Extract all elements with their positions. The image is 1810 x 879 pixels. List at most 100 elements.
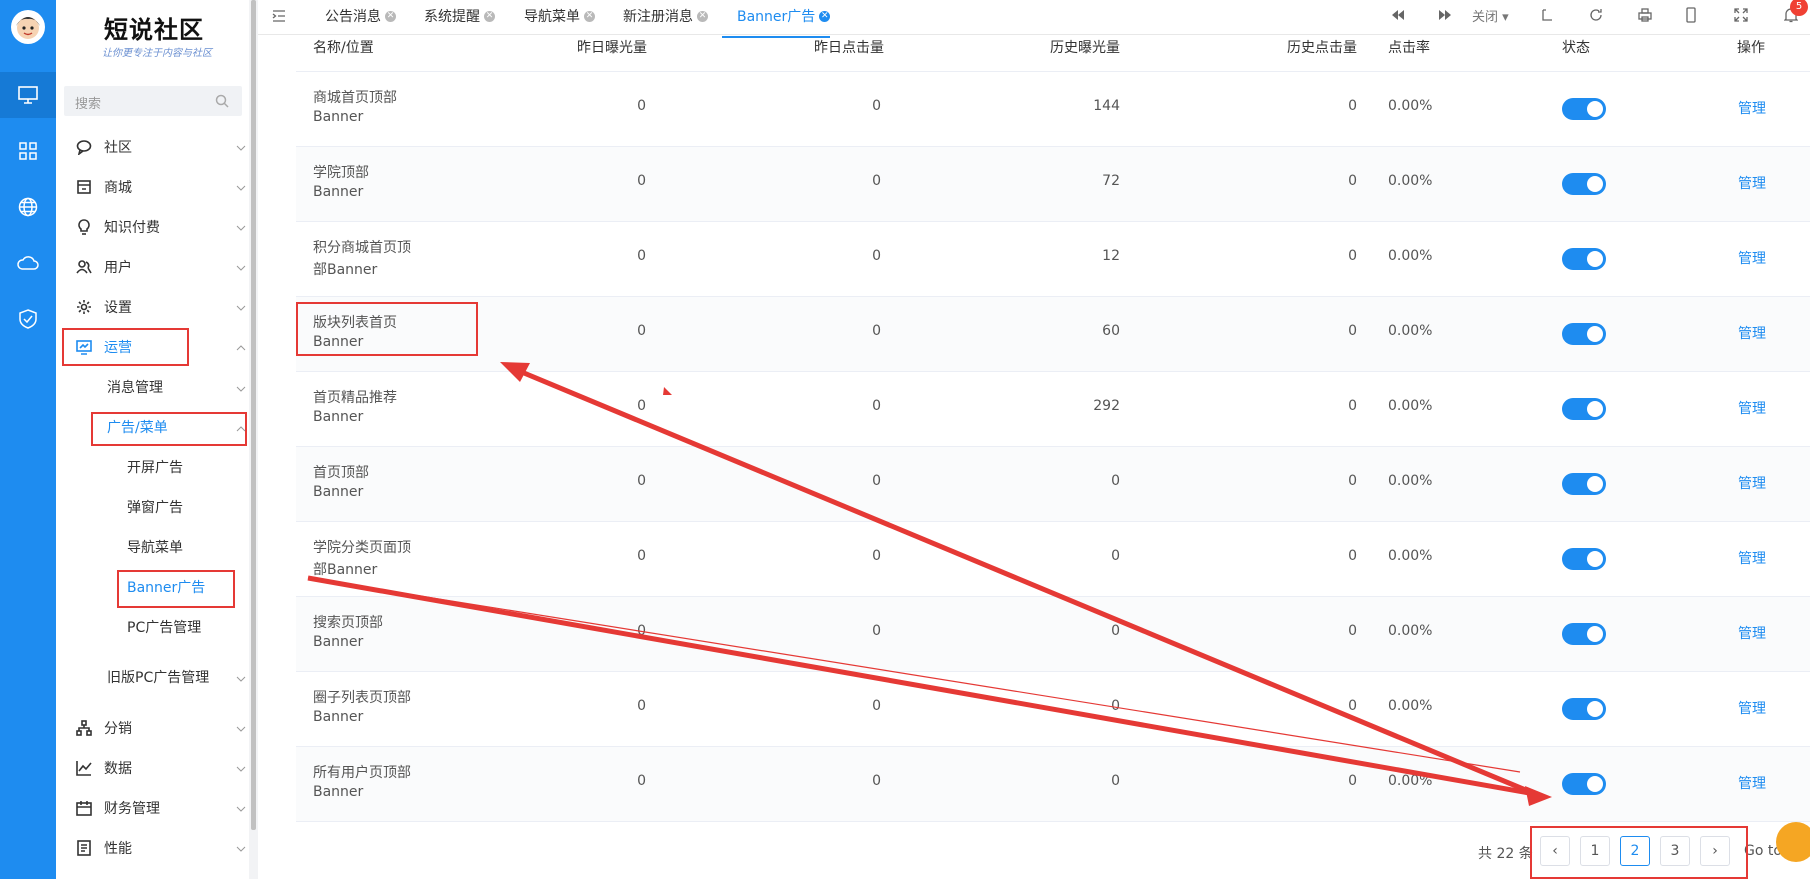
- close-icon[interactable]: ✕: [385, 10, 396, 22]
- status-toggle[interactable]: [1562, 398, 1606, 420]
- sidebar-item-knowledge[interactable]: 知识付费: [76, 217, 249, 237]
- yesterday-exposure-cell: 0: [637, 623, 646, 639]
- column-header-actions: 操作: [1737, 40, 1765, 56]
- table-row: 版块列表首页 Banner 0 0 60 0 0.00% 管理: [296, 297, 1810, 372]
- close-icon[interactable]: ✕: [584, 10, 595, 22]
- yesterday-exposure-cell: 0: [637, 773, 646, 789]
- manage-link[interactable]: 管理: [1738, 773, 1766, 793]
- yesterday-clicks-cell: 0: [872, 98, 881, 114]
- banner-position: Banner: [313, 484, 364, 500]
- chevron-down-icon: [236, 760, 246, 776]
- yesterday-exposure-cell: 0: [637, 248, 646, 264]
- manage-link[interactable]: 管理: [1738, 623, 1766, 643]
- tab-new-register[interactable]: 新注册消息 ✕: [623, 6, 708, 26]
- search-icon[interactable]: [215, 94, 229, 112]
- annotation-box-row: [296, 302, 478, 356]
- sidebar-item-distribution[interactable]: 分销: [76, 718, 249, 738]
- monitor-icon[interactable]: [0, 72, 56, 118]
- column-header-yesterday-clicks: 昨日点击量: [814, 40, 884, 56]
- rewind-icon[interactable]: [1391, 9, 1405, 25]
- tab-bar: 公告消息 ✕ 系统提醒 ✕ 导航菜单 ✕ 新注册消息 ✕ Banner广告 ✕ 关闭 ▾: [258, 0, 1810, 35]
- column-header-history-exposure: 历史曝光量: [1050, 40, 1120, 56]
- sidebar-item-community[interactable]: 社区: [76, 137, 249, 157]
- mobile-icon[interactable]: [1686, 7, 1696, 27]
- shield-check-icon[interactable]: [0, 296, 56, 342]
- sidebar-scrollbar-thumb[interactable]: [251, 0, 256, 830]
- status-toggle[interactable]: [1562, 98, 1606, 120]
- table-row: 首页精品推荐 Banner 0 0 292 0 0.00% 管理: [296, 372, 1810, 447]
- submenu-nav-menu[interactable]: 导航菜单: [127, 537, 183, 557]
- grid-icon[interactable]: [0, 128, 56, 174]
- fast-forward-icon[interactable]: [1438, 9, 1452, 25]
- sidebar-search-input[interactable]: 搜索: [64, 86, 242, 116]
- submenu-old-pc-ads[interactable]: 旧版PC广告管理: [107, 667, 249, 687]
- history-exposure-cell: 0: [1111, 623, 1120, 639]
- tab-banner-ads[interactable]: Banner广告 ✕: [737, 6, 831, 26]
- column-header-history-clicks: 历史点击量: [1287, 40, 1357, 56]
- tab-announcement[interactable]: 公告消息 ✕: [325, 6, 396, 26]
- history-clicks-cell: 0: [1348, 473, 1357, 489]
- status-toggle[interactable]: [1562, 323, 1606, 345]
- customer-service-icon[interactable]: [1776, 822, 1810, 862]
- printer-icon[interactable]: [1638, 8, 1652, 26]
- manage-link[interactable]: 管理: [1738, 323, 1766, 343]
- submenu-popup-ads[interactable]: 弹窗广告: [127, 497, 183, 517]
- status-toggle[interactable]: [1562, 548, 1606, 570]
- manage-link[interactable]: 管理: [1738, 248, 1766, 268]
- status-toggle[interactable]: [1562, 248, 1606, 270]
- manage-link[interactable]: 管理: [1738, 398, 1766, 418]
- manage-link[interactable]: 管理: [1738, 473, 1766, 493]
- sidebar-item-data[interactable]: 数据: [76, 758, 249, 778]
- close-icon[interactable]: ✕: [697, 10, 708, 22]
- sitemap-icon: [76, 720, 92, 736]
- banner-position: Banner: [313, 184, 364, 200]
- close-icon[interactable]: ✕: [484, 10, 495, 22]
- history-exposure-cell: 292: [1093, 398, 1120, 414]
- close-tabs-dropdown[interactable]: 关闭 ▾: [1472, 6, 1509, 25]
- manage-link[interactable]: 管理: [1738, 698, 1766, 718]
- annotation-box-ads-menu: [91, 412, 247, 446]
- banner-name: 搜索页顶部: [313, 615, 383, 631]
- yesterday-clicks-cell: 0: [872, 173, 881, 189]
- banner-position: Banner: [313, 634, 364, 650]
- chevron-down-icon: [236, 139, 246, 155]
- chevron-down-icon: [236, 299, 246, 315]
- status-toggle[interactable]: [1562, 173, 1606, 195]
- history-clicks-cell: 0: [1348, 323, 1357, 339]
- chevron-down-icon: [236, 179, 246, 195]
- click-rate-cell: 0.00%: [1388, 323, 1433, 339]
- refresh-icon[interactable]: [1589, 8, 1603, 26]
- column-header-status: 状态: [1562, 40, 1590, 56]
- undo-icon[interactable]: [1540, 9, 1554, 25]
- sidebar-item-store[interactable]: 商城: [76, 177, 249, 197]
- sidebar-item-settings[interactable]: 设置: [76, 297, 249, 317]
- tab-system-reminder[interactable]: 系统提醒 ✕: [424, 6, 495, 26]
- brand-tagline: 让你更专注于内容与社区: [102, 48, 212, 59]
- manage-link[interactable]: 管理: [1738, 548, 1766, 568]
- manage-link[interactable]: 管理: [1738, 98, 1766, 118]
- submenu-pc-ads[interactable]: PC广告管理: [127, 617, 201, 637]
- cloud-icon[interactable]: [0, 240, 56, 286]
- submenu-message-mgmt[interactable]: 消息管理: [107, 377, 249, 397]
- tab-label: 公告消息: [325, 9, 381, 25]
- status-toggle[interactable]: [1562, 473, 1606, 495]
- yesterday-exposure-cell: 0: [637, 473, 646, 489]
- tab-nav-menu[interactable]: 导航菜单 ✕: [524, 6, 595, 26]
- globe-icon[interactable]: [0, 184, 56, 230]
- status-toggle[interactable]: [1562, 698, 1606, 720]
- close-icon[interactable]: ✕: [819, 10, 831, 22]
- menu-fold-icon[interactable]: [272, 9, 286, 27]
- table-row: 首页顶部 Banner 0 0 0 0 0.00% 管理: [296, 447, 1810, 522]
- manage-link[interactable]: 管理: [1738, 173, 1766, 193]
- table-row: 学院顶部 Banner 0 0 72 0 0.00% 管理: [296, 147, 1810, 222]
- status-toggle[interactable]: [1562, 773, 1606, 795]
- submenu-splash-ads[interactable]: 开屏广告: [127, 457, 183, 477]
- sidebar-item-users[interactable]: 用户: [76, 257, 249, 277]
- sidebar-item-performance[interactable]: 性能: [76, 838, 249, 858]
- column-header-name: 名称/位置: [313, 40, 374, 56]
- sidebar-item-finance[interactable]: 财务管理: [76, 798, 249, 818]
- status-toggle[interactable]: [1562, 623, 1606, 645]
- avatar[interactable]: [11, 10, 45, 44]
- banner-position: Banner: [313, 409, 364, 425]
- fullscreen-icon[interactable]: [1734, 8, 1748, 26]
